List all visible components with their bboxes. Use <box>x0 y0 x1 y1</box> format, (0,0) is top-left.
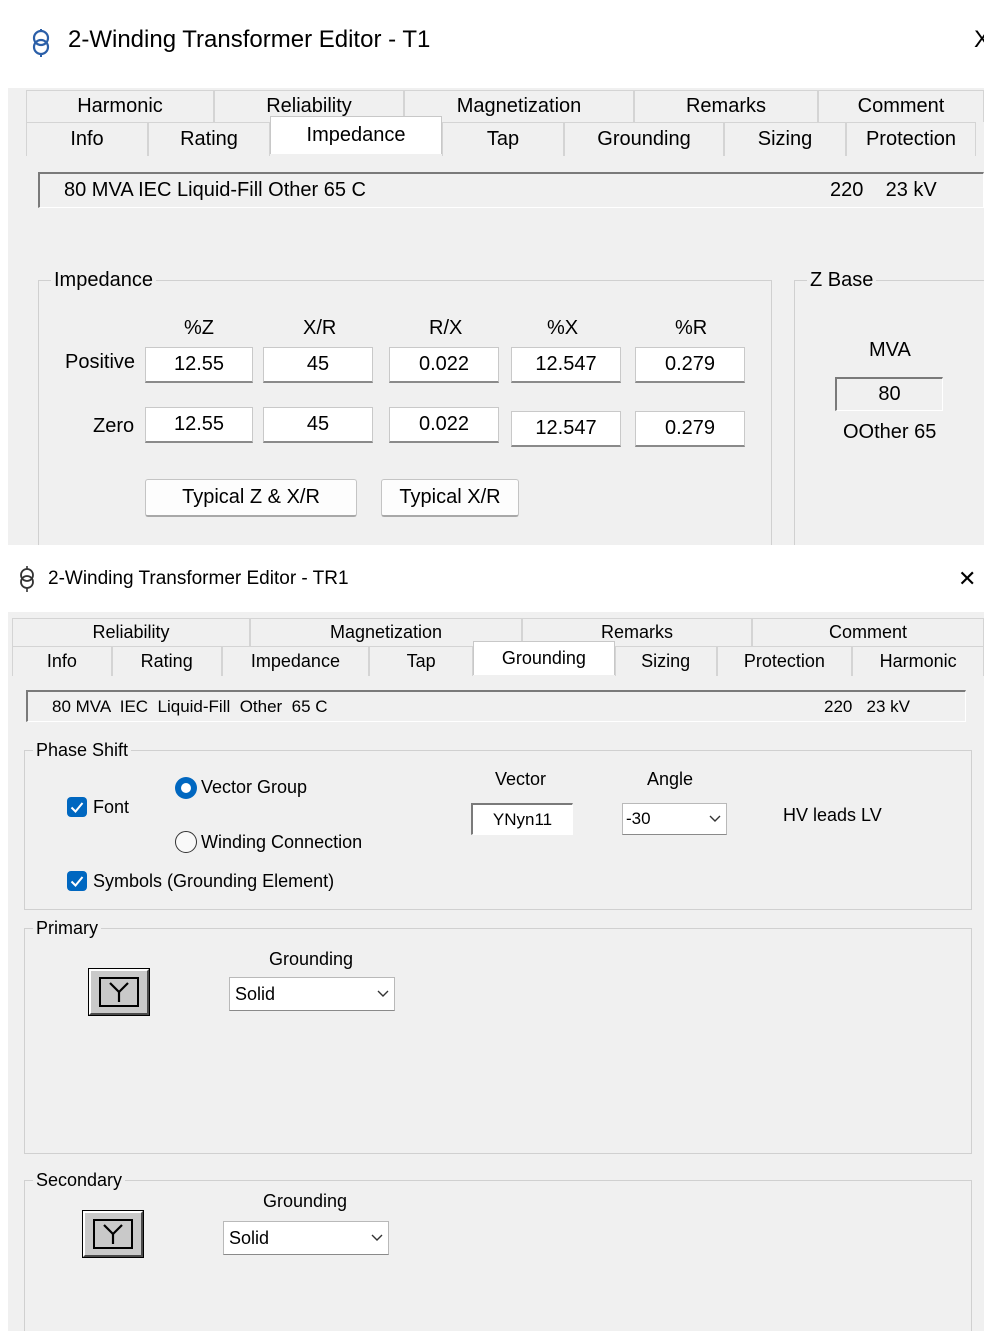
positive-z-field[interactable]: 12.55 <box>145 347 253 383</box>
col-header-rx: R/X <box>429 317 463 339</box>
close-icon[interactable]: ✕ <box>958 566 976 592</box>
tab-row-bottom: Info Rating Impedance Tap Grounding Sizi… <box>12 641 984 676</box>
phase-shift-label: Phase Shift <box>33 740 132 761</box>
winding-connection-label: Winding Connection <box>201 832 363 852</box>
secondary-grounding-select[interactable]: Solid <box>223 1221 389 1255</box>
tab-comment[interactable]: Comment <box>752 618 984 646</box>
positive-xr-field[interactable]: 45 <box>263 347 373 383</box>
zbase-group: Z Base MVA 80 OOther 65 <box>794 269 984 545</box>
phase-shift-group: Phase Shift Font Vector Group Winding Co… <box>24 740 972 910</box>
title-bar: 2-Winding Transformer Editor - T1 X <box>8 12 984 88</box>
tab-harmonic[interactable]: Harmonic <box>26 90 214 122</box>
wye-icon <box>99 977 139 1007</box>
tab-impedance[interactable]: Impedance <box>270 116 442 154</box>
positive-x-field[interactable]: 12.547 <box>511 347 621 383</box>
tab-harmonic[interactable]: Harmonic <box>852 646 984 676</box>
winding-connection-radio[interactable] <box>175 831 197 853</box>
symbols-checkbox[interactable] <box>67 871 87 891</box>
transformer-icon <box>30 28 52 58</box>
angle-value: -30 <box>626 809 651 828</box>
tab-protection[interactable]: Protection <box>846 122 976 156</box>
vector-label: Vector <box>495 769 547 789</box>
secondary-label: Secondary <box>33 1170 126 1191</box>
chevron-down-icon <box>366 1234 388 1242</box>
impedance-group-label: Impedance <box>51 269 156 292</box>
tab-rating[interactable]: Rating <box>111 646 222 676</box>
primary-label: Primary <box>33 918 101 939</box>
primary-grounding-select[interactable]: Solid <box>229 977 395 1011</box>
primary-grounding-value: Solid <box>235 983 276 1004</box>
tab-grounding[interactable]: Grounding <box>473 641 615 675</box>
zbase-note: OOther 65 <box>843 421 937 443</box>
mva-value: 80 <box>835 377 943 411</box>
zero-xr-field[interactable]: 45 <box>263 407 373 443</box>
angle-label: Angle <box>647 769 694 789</box>
description-bar: 80 MVA IEC Liquid-Fill Other 65 C 220 23… <box>38 172 984 208</box>
vector-group-radio[interactable] <box>175 777 197 799</box>
mva-label: MVA <box>869 339 911 361</box>
wye-icon <box>93 1219 133 1249</box>
angle-select[interactable]: -30 <box>622 803 727 835</box>
title-bar: 2-Winding Transformer Editor - TR1 ✕ <box>8 560 984 612</box>
tab-tap[interactable]: Tap <box>369 646 474 676</box>
tab-sizing[interactable]: Sizing <box>724 122 846 156</box>
secondary-group: Secondary Grounding Solid <box>24 1170 972 1331</box>
positive-rx-field[interactable]: 0.022 <box>389 347 499 383</box>
tab-info[interactable]: Info <box>26 122 148 156</box>
col-header-x: %X <box>547 317 579 339</box>
typical-z-xr-button[interactable]: Typical Z & X/R <box>145 479 357 517</box>
tab-row-bottom: Info Rating Impedance Tap Grounding Sizi… <box>26 116 984 156</box>
secondary-grounding-symbol-button[interactable] <box>82 1210 144 1258</box>
tab-sizing[interactable]: Sizing <box>614 646 717 676</box>
row-label-zero: Zero <box>93 415 135 437</box>
chevron-down-icon <box>372 990 394 998</box>
tab-protection[interactable]: Protection <box>716 646 853 676</box>
zbase-group-label: Z Base <box>807 269 877 292</box>
chevron-down-icon <box>704 815 726 823</box>
window-title: 2-Winding Transformer Editor - TR1 <box>48 568 349 589</box>
transformer-icon <box>18 566 36 592</box>
tab-remarks[interactable]: Remarks <box>634 90 818 122</box>
typical-xr-button[interactable]: Typical X/R <box>381 479 519 517</box>
zero-rx-field[interactable]: 0.022 <box>389 407 499 443</box>
tab-row-top: Harmonic Reliability Magnetization Remar… <box>26 90 984 122</box>
row-label-positive: Positive <box>65 351 136 373</box>
vector-group-label: Vector Group <box>201 777 308 797</box>
font-label: Font <box>93 797 130 817</box>
tab-tap[interactable]: Tap <box>442 122 564 156</box>
transformer-editor-window-t1: 2-Winding Transformer Editor - T1 X Harm… <box>8 12 984 545</box>
tab-comment[interactable]: Comment <box>818 90 984 122</box>
voltage-text: 220 23 kV <box>824 697 911 716</box>
font-checkbox[interactable] <box>67 797 87 817</box>
voltage-text: 220 23 kV <box>830 179 937 201</box>
primary-grounding-symbol-button[interactable] <box>88 968 150 1016</box>
zero-z-field[interactable]: 12.55 <box>145 407 253 443</box>
transformer-editor-window-tr1: 2-Winding Transformer Editor - TR1 ✕ Rel… <box>8 560 984 1331</box>
impedance-group: Impedance %Z X/R R/X %X %R Positive 12.5… <box>38 269 772 545</box>
primary-group: Primary Grounding Solid <box>24 918 972 1154</box>
hv-leads-lv-text: HV leads LV <box>783 805 882 825</box>
primary-grounding-label: Grounding <box>269 949 354 969</box>
close-icon[interactable]: X <box>974 26 984 54</box>
symbols-label: Symbols (Grounding Element) <box>93 871 335 891</box>
tab-rating[interactable]: Rating <box>148 122 270 156</box>
secondary-grounding-label: Grounding <box>263 1191 348 1211</box>
window-title: 2-Winding Transformer Editor - T1 <box>68 26 431 53</box>
col-header-z: %Z <box>184 317 214 339</box>
description-bar: 80 MVA IEC Liquid-Fill Other 65 C 220 23… <box>26 690 966 722</box>
positive-r-field[interactable]: 0.279 <box>635 347 745 383</box>
description-text: 80 MVA IEC Liquid-Fill Other 65 C <box>52 697 328 716</box>
description-text: 80 MVA IEC Liquid-Fill Other 65 C <box>64 179 366 201</box>
secondary-grounding-value: Solid <box>229 1227 270 1248</box>
tab-grounding[interactable]: Grounding <box>564 122 724 156</box>
col-header-xr: X/R <box>303 317 337 339</box>
vector-value: YNyn11 <box>471 803 573 835</box>
tab-impedance[interactable]: Impedance <box>221 646 370 676</box>
tab-info[interactable]: Info <box>12 646 112 676</box>
zero-r-field[interactable]: 0.279 <box>635 411 745 447</box>
col-header-r: %R <box>675 317 708 339</box>
tab-reliability[interactable]: Reliability <box>12 618 250 646</box>
zero-x-field[interactable]: 12.547 <box>511 411 621 447</box>
